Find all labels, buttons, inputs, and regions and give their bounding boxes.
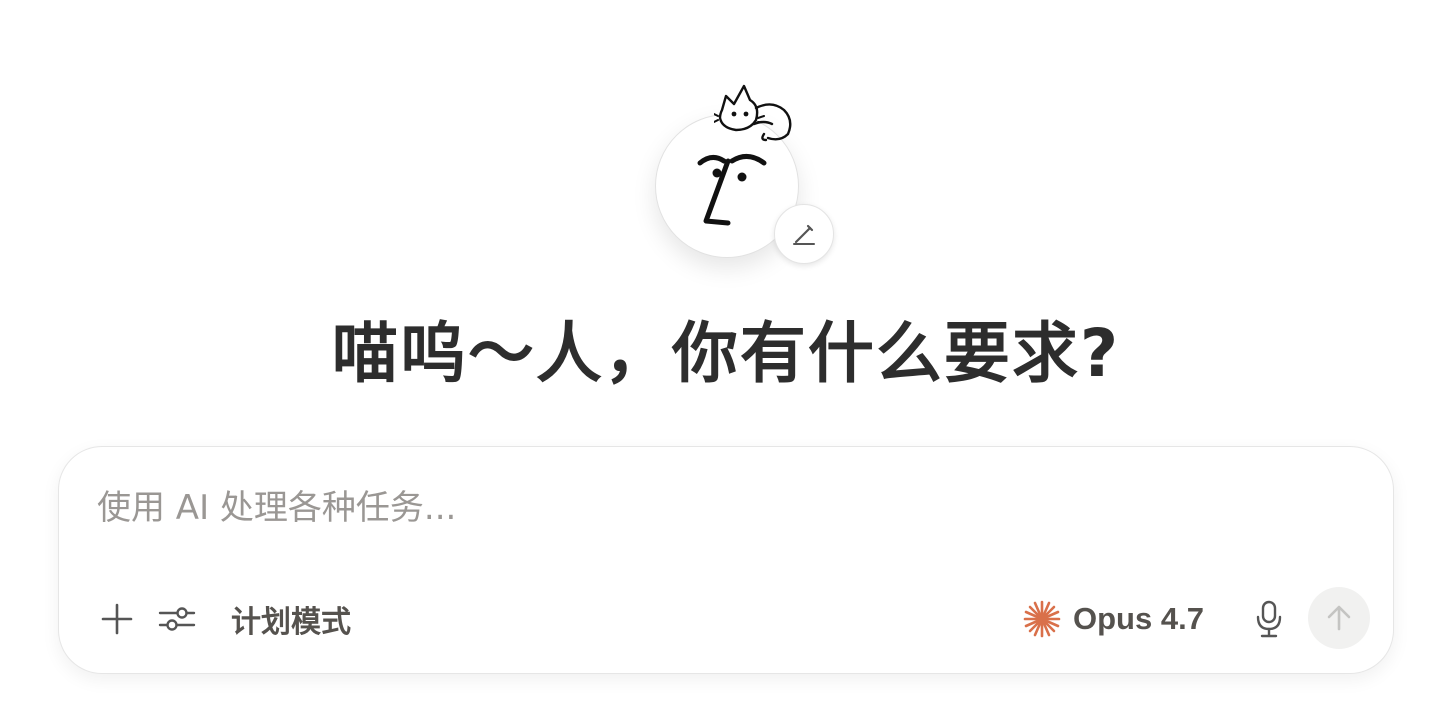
arrow-up-icon: [1327, 605, 1351, 631]
settings-button[interactable]: [155, 597, 199, 641]
sparkle-icon: [1023, 600, 1061, 638]
microphone-button[interactable]: [1247, 595, 1291, 643]
prompt-input[interactable]: [97, 483, 1297, 533]
page-title: 喵呜～人，你有什么要求?: [331, 315, 1121, 392]
edit-avatar-button[interactable]: [774, 204, 834, 264]
plus-icon: [101, 603, 133, 635]
send-button[interactable]: [1308, 587, 1370, 649]
plan-mode-button[interactable]: 计划模式: [231, 597, 351, 641]
model-selector-button[interactable]: Opus 4.7: [1023, 595, 1204, 643]
pencil-icon: [793, 224, 815, 245]
plan-mode-label: 计划模式: [231, 605, 351, 640]
model-label: Opus 4.7: [1073, 601, 1204, 636]
microphone-icon: [1256, 600, 1282, 638]
sliders-icon: [158, 607, 196, 631]
add-attachment-button[interactable]: [95, 597, 139, 641]
page: 喵呜～人，你有什么要求? 计划模式: [0, 0, 1452, 726]
cat-doodle-icon: [714, 84, 792, 142]
chat-composer: 计划模式 Opus 4.7: [58, 446, 1394, 674]
